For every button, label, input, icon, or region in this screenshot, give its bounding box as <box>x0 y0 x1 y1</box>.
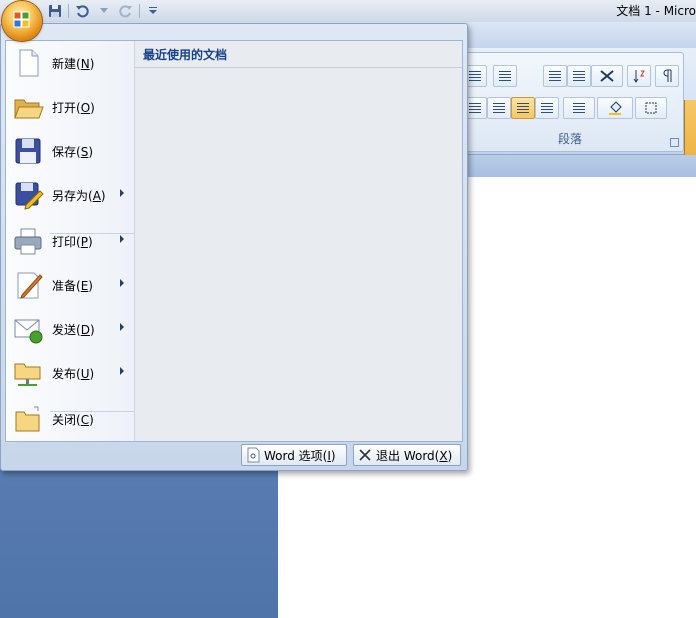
menu-item-new[interactable]: 新建(N) <box>6 41 134 85</box>
menu-item-label: 另存为(A) <box>52 189 106 203</box>
menu-item-print[interactable]: 打印(P) <box>6 219 134 263</box>
distributed-button[interactable] <box>535 97 559 119</box>
word-options-label: Word 选项(I) <box>264 448 336 463</box>
submenu-arrow-icon <box>120 367 124 375</box>
exit-word-label: 退出 Word(X) <box>376 448 453 463</box>
open-folder-icon <box>14 99 44 119</box>
increase-indent-button[interactable] <box>567 65 591 87</box>
submenu-arrow-icon <box>120 323 124 331</box>
menu-item-label: 关闭(C) <box>52 413 94 427</box>
qat-divider <box>68 4 69 18</box>
recent-documents-title: 最近使用的文档 <box>143 48 228 62</box>
menu-item-save[interactable]: 保存(S) <box>6 129 134 173</box>
printer-icon <box>14 228 42 255</box>
decrease-indent-button[interactable] <box>543 65 567 87</box>
office-menu-body: 新建(N) 打开(O) 保存(S) 另存为(A) 打印(P) 准备(E) 发送(… <box>5 40 463 442</box>
submenu-arrow-icon <box>120 189 124 197</box>
paragraph-mark-icon <box>663 69 672 82</box>
publish-folder-icon <box>14 363 41 386</box>
chinese-layout-icon <box>600 70 614 82</box>
document-settings-icon <box>247 447 260 463</box>
prepare-document-icon <box>17 272 43 299</box>
exit-word-button[interactable]: 退出 Word(X) <box>353 444 461 466</box>
menu-item-label: 发送(D) <box>52 323 95 337</box>
paragraph-group-label: 段落 <box>557 132 582 146</box>
window-title: 文档 1 - Micro <box>616 4 696 18</box>
redo-icon[interactable] <box>117 2 135 20</box>
chinese-layout-button[interactable] <box>591 65 623 87</box>
office-button[interactable] <box>2 1 42 41</box>
menu-item-label: 新建(N) <box>52 57 95 71</box>
menu-item-label: 打印(P) <box>52 235 93 249</box>
office-logo-icon <box>13 11 30 28</box>
menu-item-prepare[interactable]: 准备(E) <box>6 263 134 307</box>
border-icon <box>645 102 657 114</box>
paragraph-group: 段落 <box>456 52 684 152</box>
submenu-arrow-icon <box>120 279 124 287</box>
close-folder-icon <box>15 406 40 432</box>
office-menu-commands: 新建(N) 打开(O) 保存(S) 另存为(A) 打印(P) 准备(E) 发送(… <box>6 41 135 441</box>
qat-divider <box>139 4 140 18</box>
save-as-icon <box>15 182 44 210</box>
paint-bucket-icon <box>609 101 622 115</box>
submenu-arrow-icon <box>120 235 124 243</box>
title-bar: 文档 1 - Micro <box>0 0 696 22</box>
shading-button[interactable] <box>597 97 633 119</box>
menu-item-close[interactable]: 关闭(C) <box>6 397 134 441</box>
menu-item-save-as[interactable]: 另存为(A) <box>6 173 134 217</box>
sort-button[interactable] <box>627 65 651 87</box>
multilevel-list-button[interactable] <box>493 65 517 87</box>
show-marks-button[interactable] <box>655 65 679 87</box>
menu-item-open[interactable]: 打开(O) <box>6 85 134 129</box>
menu-item-label: 保存(S) <box>52 145 94 159</box>
new-document-icon <box>19 49 39 77</box>
recent-documents-panel: 最近使用的文档 <box>135 41 462 441</box>
menu-item-label: 发布(U) <box>52 367 95 381</box>
close-icon <box>359 449 371 461</box>
line-spacing-button[interactable] <box>563 97 595 119</box>
borders-button[interactable] <box>635 97 667 119</box>
save-icon[interactable] <box>46 2 64 20</box>
dialog-launcher-icon[interactable] <box>670 138 679 147</box>
recent-documents-divider <box>135 67 462 68</box>
menu-item-publish[interactable]: 发布(U) <box>6 351 134 395</box>
send-envelope-icon <box>14 319 43 344</box>
align-right-button[interactable] <box>487 97 511 119</box>
undo-icon[interactable] <box>73 2 91 20</box>
menu-item-label: 准备(E) <box>52 279 93 293</box>
chevron-down-icon[interactable] <box>95 2 113 20</box>
sort-icon <box>633 70 645 83</box>
justify-button[interactable] <box>511 97 535 119</box>
menu-item-send[interactable]: 发送(D) <box>6 307 134 351</box>
menu-item-label: 打开(O) <box>52 101 95 115</box>
customize-qat-icon[interactable] <box>144 2 162 20</box>
save-disk-icon <box>15 138 41 164</box>
office-menu: 新建(N) 打开(O) 保存(S) 另存为(A) 打印(P) 准备(E) 发送(… <box>0 23 468 471</box>
quick-access-toolbar <box>46 1 162 21</box>
word-options-button[interactable]: Word 选项(I) <box>241 444 347 466</box>
